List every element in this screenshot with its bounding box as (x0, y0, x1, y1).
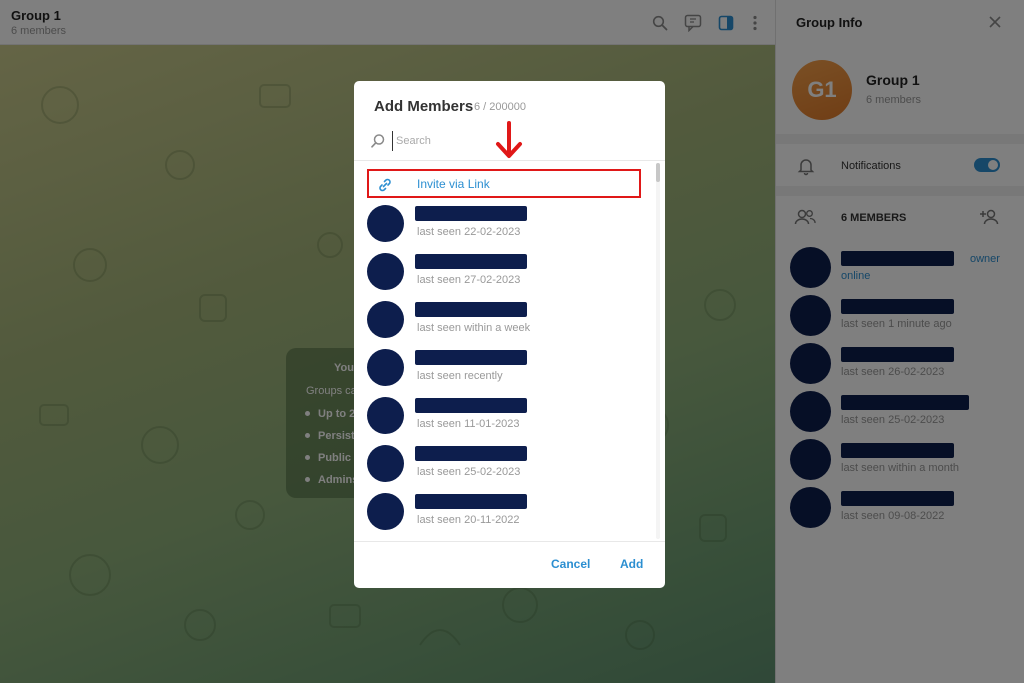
red-arrow-annotation-icon (496, 121, 522, 158)
member-limit-count: 6 / 200000 (474, 101, 526, 113)
divider (354, 541, 665, 542)
redacted-contact-name (415, 254, 527, 269)
contact-row[interactable]: last seen 27-02-2023 (367, 253, 647, 297)
search-icon (370, 133, 386, 149)
contact-status: last seen 20-11-2022 (417, 514, 520, 526)
redacted-contact-name (415, 206, 527, 221)
add-members-dialog: Add Members 6 / 200000 Invite via Link l… (354, 81, 665, 588)
scrollbar-track[interactable] (656, 163, 660, 539)
redacted-contact-name (415, 446, 527, 461)
contact-row[interactable]: last seen recently (367, 349, 647, 393)
redacted-contact-name (415, 302, 527, 317)
invite-via-link-button[interactable]: Invite via Link (367, 169, 641, 198)
avatar (367, 349, 404, 386)
contact-status: last seen 27-02-2023 (417, 274, 521, 286)
invite-via-link-label: Invite via Link (417, 177, 490, 191)
avatar (367, 253, 404, 290)
contact-status: last seen 22-02-2023 (417, 226, 521, 238)
add-button[interactable]: Add (620, 557, 643, 571)
redacted-contact-name (415, 398, 527, 413)
contact-row[interactable]: last seen 22-02-2023 (367, 205, 647, 249)
avatar (367, 205, 404, 242)
cancel-button[interactable]: Cancel (551, 557, 590, 571)
link-icon (377, 177, 393, 193)
contact-status: last seen 25-02-2023 (417, 466, 521, 478)
avatar (367, 445, 404, 482)
redacted-contact-name (415, 350, 527, 365)
scrollbar-thumb[interactable] (656, 163, 660, 182)
dialog-title: Add Members (374, 98, 474, 115)
contact-status: last seen 11-01-2023 (417, 418, 520, 430)
contact-status: last seen within a week (417, 322, 531, 334)
contact-row[interactable]: last seen 20-11-2022 (367, 493, 647, 537)
contact-row[interactable]: last seen within a week (367, 301, 647, 345)
redacted-contact-name (415, 494, 527, 509)
avatar (367, 493, 404, 530)
avatar (367, 397, 404, 434)
contact-row[interactable]: last seen 25-02-2023 (367, 445, 647, 489)
contact-row[interactable]: last seen 11-01-2023 (367, 397, 647, 441)
contact-status: last seen recently (417, 370, 503, 382)
avatar (367, 301, 404, 338)
